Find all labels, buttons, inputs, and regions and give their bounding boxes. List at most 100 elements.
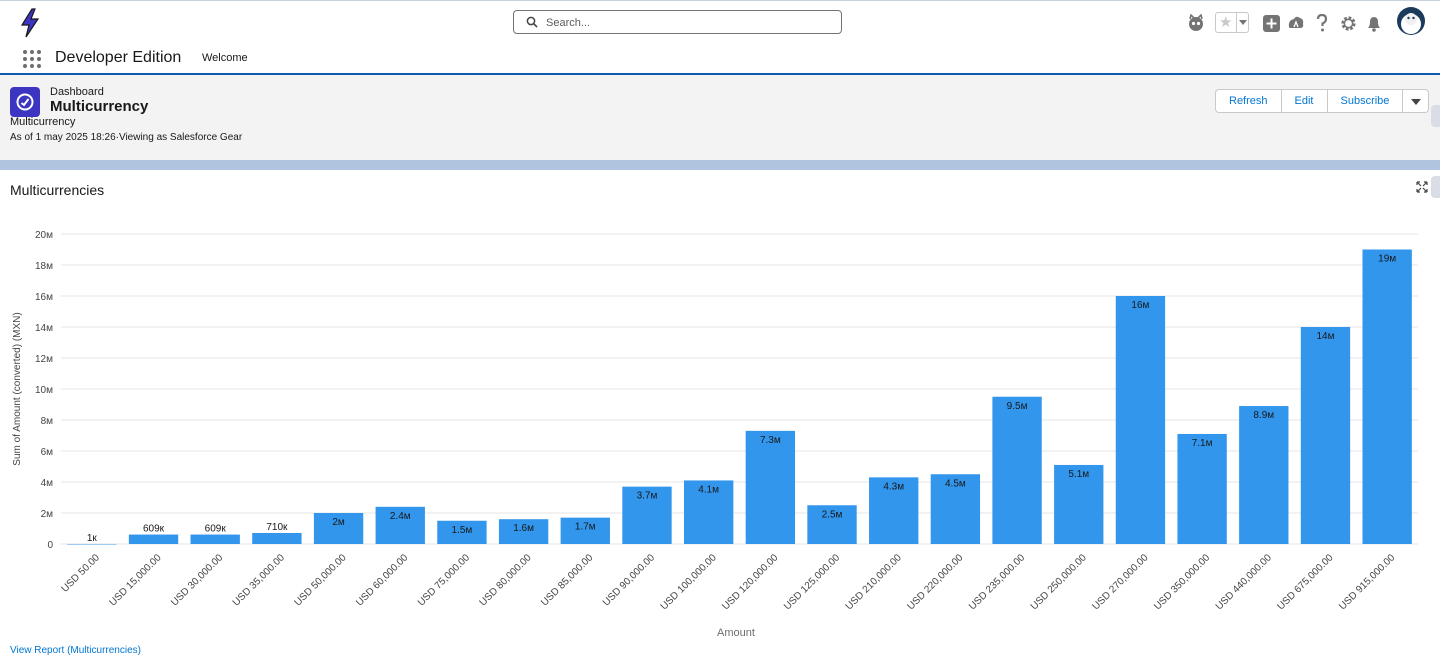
x-tick-label: USD 60,000.00	[354, 552, 410, 608]
x-tick-label: USD 80,000.00	[478, 552, 534, 608]
y-tick-label: 8м	[41, 416, 54, 427]
einstein-icon[interactable]	[1186, 13, 1206, 33]
x-tick-label: USD 120,000.00	[720, 552, 780, 612]
x-tick-label: USD 90,000.00	[601, 552, 657, 608]
data-label: 1к	[87, 533, 98, 544]
app-logo-icon[interactable]	[18, 8, 42, 38]
data-label: 1.7м	[575, 522, 596, 533]
nav-tab-welcome[interactable]: Welcome	[202, 52, 248, 64]
app-navigation-bar: Developer Edition Welcome	[0, 45, 1440, 75]
chart-bar	[1362, 249, 1412, 544]
chart-bar	[67, 543, 117, 545]
data-label: 2.5м	[822, 509, 843, 520]
dashboard-icon	[10, 87, 40, 117]
help-icon[interactable]	[1312, 13, 1332, 33]
x-tick-label: USD 15,000.00	[108, 552, 164, 608]
data-label: 14м	[1316, 331, 1334, 342]
expand-icon[interactable]	[1416, 181, 1428, 193]
search-icon	[526, 16, 538, 28]
subscribe-button[interactable]: Subscribe	[1326, 89, 1404, 113]
dashboard-actions: Refresh Edit Subscribe	[1215, 89, 1430, 113]
add-icon[interactable]	[1261, 13, 1281, 33]
chart-bar	[1177, 433, 1227, 544]
chart-bar	[128, 534, 179, 544]
x-tick-label: USD 75,000.00	[416, 552, 472, 608]
data-label: 3.7м	[637, 491, 658, 502]
x-tick-label: USD 50.00	[60, 552, 103, 595]
y-tick-label: 10м	[35, 385, 53, 396]
chart-bar	[190, 534, 240, 544]
favorites-button[interactable]: ★	[1215, 12, 1249, 33]
global-header: ★	[0, 0, 1440, 46]
chart-bar	[1115, 296, 1166, 544]
view-report-link[interactable]: View Report (Multicurrencies)	[10, 645, 141, 656]
data-label: 609к	[143, 524, 165, 535]
component-title: Multicurrencies	[10, 182, 105, 198]
x-axis-title: Amount	[717, 627, 755, 639]
y-tick-label: 18м	[35, 261, 53, 272]
data-label: 1.6м	[513, 523, 534, 534]
trailhead-icon[interactable]	[1286, 13, 1306, 33]
edit-button[interactable]: Edit	[1280, 89, 1328, 113]
x-tick-label: USD 270,000.00	[1090, 552, 1150, 612]
search-input[interactable]	[544, 13, 838, 33]
page-title: Multicurrency	[50, 98, 149, 115]
notifications-bell-icon[interactable]	[1364, 13, 1384, 33]
favorites-star-icon: ★	[1219, 14, 1233, 31]
x-tick-label: USD 30,000.00	[169, 552, 225, 608]
header-decorative-band	[0, 160, 1440, 170]
data-label: 4.3м	[883, 481, 904, 492]
x-tick-label: USD 675,000.00	[1276, 552, 1336, 612]
x-tick-label: USD 125,000.00	[782, 552, 842, 612]
x-tick-label: USD 85,000.00	[539, 552, 595, 608]
user-avatar[interactable]	[1397, 7, 1425, 35]
chevron-down-icon[interactable]	[1239, 20, 1247, 25]
data-label: 9.5м	[1007, 401, 1028, 412]
side-panel-toggle[interactable]	[1431, 105, 1440, 127]
y-axis-title: Sum of Amount (converted) (MXN)	[12, 312, 23, 465]
dashboard-subtitle: Multicurrency	[10, 116, 76, 128]
x-tick-label: USD 100,000.00	[659, 552, 719, 612]
chart-bar	[1239, 406, 1289, 544]
more-actions-button[interactable]	[1402, 89, 1430, 113]
y-tick-label: 14м	[35, 323, 53, 334]
global-search[interactable]	[513, 10, 842, 34]
x-tick-label: USD 210,000.00	[844, 552, 904, 612]
x-tick-label: USD 50,000.00	[293, 552, 349, 608]
x-tick-label: USD 235,000.00	[967, 552, 1027, 612]
chart-bar	[1300, 327, 1351, 544]
y-tick-label: 4м	[41, 478, 54, 489]
dashboard-type-label: Dashboard	[50, 86, 104, 98]
data-label: 5.1м	[1068, 469, 1089, 480]
x-tick-label: USD 220,000.00	[905, 552, 965, 612]
side-panel-toggle-2[interactable]	[1431, 176, 1440, 198]
x-tick-label: USD 250,000.00	[1029, 552, 1089, 612]
data-label: 8.9м	[1253, 410, 1274, 421]
data-label: 7.1м	[1192, 438, 1213, 449]
refresh-button[interactable]: Refresh	[1215, 89, 1282, 113]
app-launcher-icon[interactable]	[23, 50, 41, 68]
y-tick-label: 6м	[41, 447, 54, 458]
setup-gear-icon[interactable]	[1338, 13, 1358, 33]
y-tick-label: 20м	[35, 230, 53, 241]
data-label: 19м	[1378, 254, 1396, 265]
chart-bar	[252, 532, 302, 544]
data-label: 4.1м	[698, 484, 719, 495]
data-label: 1.5м	[452, 525, 473, 536]
data-label: 2м	[332, 517, 345, 528]
chart-bar	[745, 430, 796, 544]
bar-chart: 0 2м 4м 6м 8м 10м 12м 14м 16м 18м 20м 1к USD 50.00 60…	[12, 230, 1418, 639]
data-label: 710к	[266, 522, 288, 533]
dashboard-as-of: As of 1 may 2025 18:26·Viewing as Salesf…	[10, 132, 243, 143]
y-tick-label: 12м	[35, 354, 53, 365]
x-tick-label: USD 915,000.00	[1337, 552, 1397, 612]
x-tick-label: USD 35,000.00	[231, 552, 287, 608]
y-tick-label: 16м	[35, 292, 53, 303]
x-tick-label: USD 350,000.00	[1152, 552, 1212, 612]
data-label: 609к	[205, 524, 227, 535]
chart-bar	[992, 396, 1042, 544]
y-tick-label: 0	[47, 540, 53, 551]
x-tick-label: USD 440,000.00	[1214, 552, 1274, 612]
app-name: Developer Edition	[55, 49, 182, 66]
data-label: 4.5м	[945, 478, 966, 489]
